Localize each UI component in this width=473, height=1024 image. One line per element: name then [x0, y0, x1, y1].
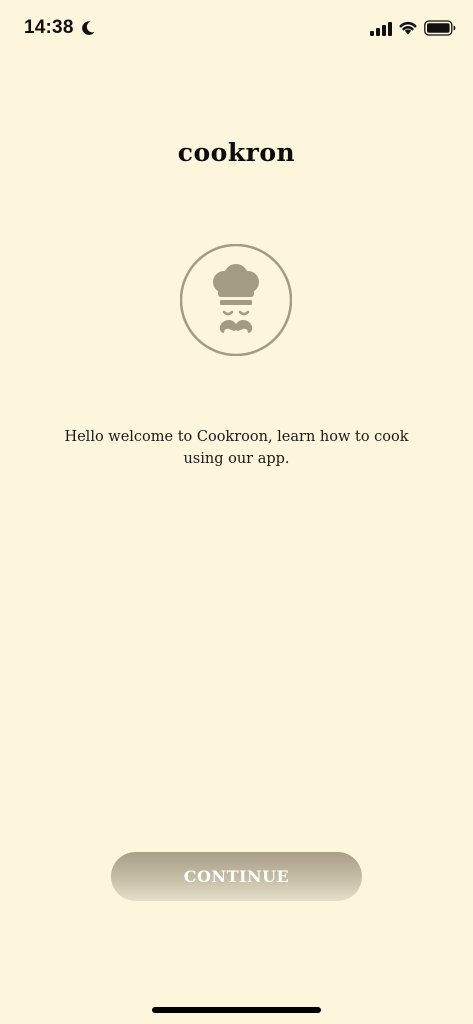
wifi-icon [399, 21, 417, 35]
status-bar: 14:38 [0, 0, 473, 58]
home-indicator[interactable] [152, 1007, 321, 1013]
app-title: cookron [177, 138, 296, 167]
welcome-text: Hello welcome to Cookroon, learn how to … [64, 429, 409, 467]
moon-icon [82, 21, 95, 35]
cellular-signal-icon [370, 22, 392, 36]
chef-hat-mustache-icon [180, 244, 292, 356]
battery-icon [424, 20, 456, 36]
continue-button[interactable]: CONTINUE [111, 852, 362, 901]
status-time: 14:38 [24, 17, 74, 38]
